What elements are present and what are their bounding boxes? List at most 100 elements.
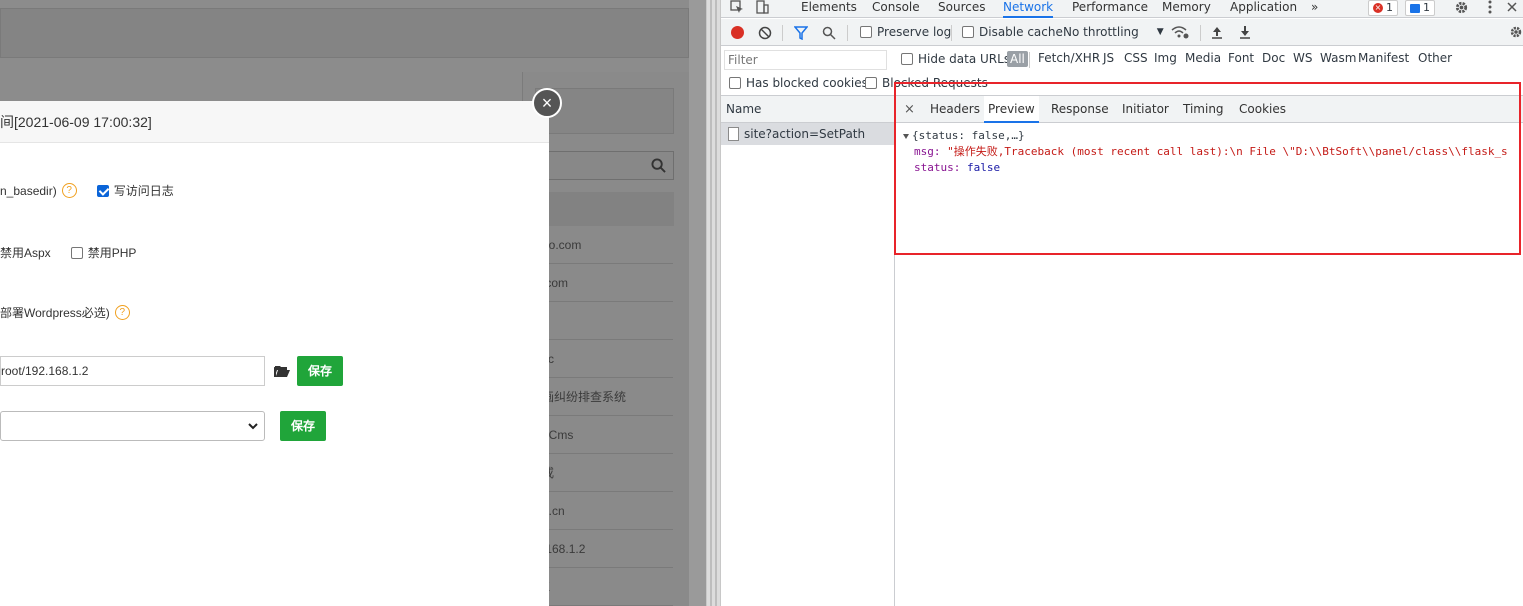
disable-cache-checkbox[interactable] — [962, 26, 974, 38]
access-log-label: 写访问日志 — [113, 184, 174, 198]
record-icon[interactable] — [731, 26, 744, 39]
import-har-icon[interactable] — [1210, 25, 1224, 39]
tab-response[interactable]: Response — [1047, 96, 1113, 123]
help-icon[interactable]: ? — [61, 183, 77, 198]
table-row[interactable]: .com — [534, 264, 673, 302]
site-search-input[interactable] — [535, 151, 674, 180]
hide-data-urls-option[interactable]: Hide data URLs — [901, 52, 1010, 66]
table-row[interactable]: uCms — [534, 416, 673, 454]
tab-preview[interactable]: Preview — [984, 96, 1039, 123]
table-row[interactable]: no.com — [534, 226, 673, 264]
tab-sources[interactable]: Sources — [938, 0, 985, 18]
message-count: 1 — [1423, 1, 1430, 14]
more-tabs-button[interactable]: » — [1311, 0, 1318, 18]
detail-tab-bar: × Headers Preview Response Initiator Tim… — [896, 96, 1523, 123]
site-rows: no.com .com cc 画纠纷排查系统 uCms 或 o.cn .168.… — [534, 226, 673, 606]
save-run-dir-button[interactable]: 保存 — [280, 411, 326, 441]
blocked-requests-checkbox[interactable] — [865, 77, 877, 89]
clear-icon[interactable] — [758, 26, 772, 40]
network-filter-bar: Filter Hide data URLs All Fetch/XHR JS C… — [721, 46, 1523, 96]
table-row[interactable] — [534, 302, 673, 340]
gear-icon[interactable] — [1509, 25, 1523, 39]
table-row[interactable]: .168.1.2 — [534, 530, 673, 568]
type-filter-img[interactable]: Img — [1154, 51, 1177, 65]
device-toolbar-icon[interactable] — [755, 0, 769, 14]
request-detail-pane: × Headers Preview Response Initiator Tim… — [896, 96, 1523, 606]
search-icon[interactable] — [822, 26, 836, 40]
inspect-element-icon[interactable] — [730, 0, 744, 14]
errors-badge[interactable]: × 1 — [1368, 0, 1398, 16]
close-icon[interactable] — [1506, 1, 1518, 13]
run-dir-select[interactable] — [0, 411, 265, 441]
table-row[interactable]: cc — [534, 340, 673, 378]
type-filter-all[interactable]: All — [1007, 51, 1028, 67]
messages-badge[interactable]: 1 — [1405, 0, 1435, 16]
tab-headers[interactable]: Headers — [926, 96, 984, 123]
access-log-checkbox[interactable] — [96, 184, 109, 197]
tab-network[interactable]: Network — [1003, 0, 1054, 18]
devtools-tab-bar: Elements Console Sources Network Perform… — [721, 0, 1523, 18]
tab-application[interactable]: Application — [1230, 0, 1297, 18]
json-key: status: — [914, 161, 961, 174]
hide-data-urls-checkbox[interactable] — [901, 53, 913, 65]
gear-icon[interactable] — [1454, 0, 1469, 15]
tab-cookies[interactable]: Cookies — [1235, 96, 1290, 123]
type-filter-fetch-xhr[interactable]: Fetch/XHR — [1038, 51, 1100, 65]
tab-initiator[interactable]: Initiator — [1118, 96, 1173, 123]
basedir-row: n_basedir) ? 写访问日志 — [0, 182, 174, 199]
has-blocked-cookies-checkbox[interactable] — [729, 77, 741, 89]
kebab-menu-icon[interactable] — [1484, 0, 1496, 14]
expand-triangle-icon[interactable] — [903, 133, 909, 139]
devtools-panel: Elements Console Sources Network Perform… — [721, 0, 1523, 606]
type-filter-font[interactable]: Font — [1228, 51, 1254, 65]
json-root[interactable]: {status: false,…} — [903, 128, 1508, 144]
type-filter-media[interactable]: Media — [1185, 51, 1221, 65]
filter-icon[interactable] — [794, 26, 808, 40]
preserve-log-checkbox[interactable] — [860, 26, 872, 38]
json-status-row: status: false — [903, 160, 1508, 176]
disable-cache-label: Disable cache — [979, 25, 1063, 39]
aspx-label: 禁用Aspx — [0, 246, 51, 260]
type-filter-css[interactable]: CSS — [1124, 51, 1148, 65]
export-har-icon[interactable] — [1238, 25, 1252, 39]
type-filter-wasm[interactable]: Wasm — [1320, 51, 1356, 65]
tab-elements[interactable]: Elements — [801, 0, 857, 18]
disable-cache-option[interactable]: Disable cache — [962, 25, 1063, 39]
folder-open-icon[interactable] — [274, 365, 290, 378]
type-filter-doc[interactable]: Doc — [1262, 51, 1285, 65]
type-filter-js[interactable]: JS — [1103, 51, 1114, 65]
path-input[interactable]: root/192.168.1.2 — [0, 356, 265, 386]
toolbar-divider — [1029, 52, 1030, 68]
table-row[interactable]: 或 — [534, 454, 673, 492]
search-icon[interactable] — [651, 158, 666, 173]
toolbar-divider — [1200, 25, 1201, 41]
table-row[interactable]: 画纠纷排查系统 — [534, 378, 673, 416]
throttling-select[interactable]: No throttling ▼ — [1063, 25, 1164, 39]
site-settings-dialog: 间[2021-06-09 17:00:32] n_basedir) ? 写访问日… — [0, 101, 549, 606]
type-filter-other[interactable]: Other — [1418, 51, 1452, 65]
help-icon[interactable]: ? — [114, 305, 130, 320]
network-conditions-icon[interactable] — [1171, 25, 1189, 39]
devtools-resize-handle[interactable] — [706, 0, 721, 606]
type-filter-ws[interactable]: WS — [1293, 51, 1312, 65]
preserve-log-label: Preserve log — [877, 25, 952, 39]
type-filter-manifest[interactable]: Manifest — [1358, 51, 1409, 65]
request-row[interactable]: site?action=SetPath — [721, 123, 894, 145]
blocked-requests-option[interactable]: Blocked Requests — [865, 76, 988, 90]
preserve-log-option[interactable]: Preserve log — [860, 25, 951, 39]
has-blocked-cookies-option[interactable]: Has blocked cookies — [729, 76, 868, 90]
filter-input[interactable]: Filter — [724, 50, 887, 70]
tab-console[interactable]: Console — [872, 0, 920, 18]
close-icon[interactable]: × — [904, 96, 915, 123]
dialog-close-button[interactable]: × — [532, 88, 562, 118]
error-icon: × — [1373, 3, 1383, 13]
table-row[interactable]: o.cn — [534, 492, 673, 530]
tab-performance[interactable]: Performance — [1072, 0, 1148, 18]
save-path-button[interactable]: 保存 — [297, 356, 343, 386]
name-column-header[interactable]: Name — [721, 96, 894, 123]
json-string-value: "操作失败,Traceback (most recent call last):… — [947, 145, 1508, 158]
disable-php-checkbox[interactable] — [70, 246, 83, 259]
tab-timing[interactable]: Timing — [1179, 96, 1228, 123]
tab-memory[interactable]: Memory — [1162, 0, 1211, 18]
table-row[interactable]: K — [534, 568, 673, 606]
